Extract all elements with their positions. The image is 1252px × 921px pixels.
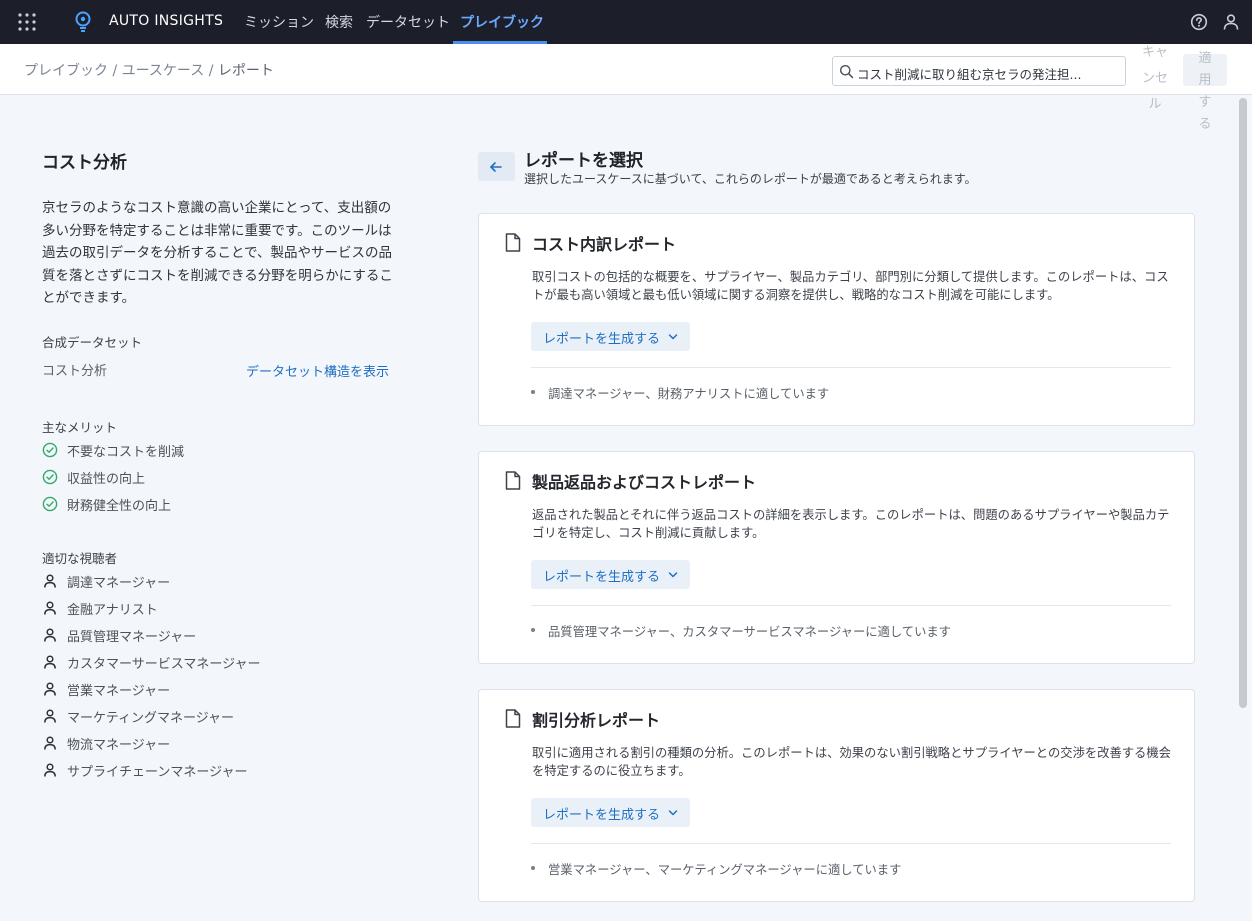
benefits-label: 主なメリット	[42, 420, 118, 435]
generate-report-button[interactable]: レポートを生成する	[531, 560, 690, 589]
breadcrumb-separator: /	[112, 63, 122, 79]
chevron-down-icon	[668, 572, 678, 578]
back-button[interactable]	[478, 152, 515, 181]
audience-item: マーケティングマネージャー	[42, 707, 342, 726]
check-circle-icon	[42, 442, 58, 458]
select-report-subtitle: 選択したユースケースに基づいて、これらのレポートが最適であると考えられます。	[524, 172, 977, 186]
breadcrumb-report: レポート	[217, 63, 274, 79]
check-circle-icon	[42, 496, 58, 512]
breadcrumb-usecase[interactable]: ユースケース	[122, 63, 205, 79]
audience-item: 物流マネージャー	[42, 734, 342, 753]
generate-report-button[interactable]: レポートを生成する	[531, 798, 690, 827]
arrow-left-icon	[490, 162, 502, 172]
report-description: 取引コストの包括的な概要を、サプライヤー、製品カテゴリ、部門別に分類して提供しま…	[532, 270, 1169, 302]
document-icon	[505, 471, 521, 490]
bullet-dot	[531, 866, 535, 870]
cancel-button[interactable]: キャンセル	[1140, 40, 1170, 118]
page-header: プレイブック / ユースケース / レポート コスト削減に取り組む京セラの発注担…	[0, 44, 1252, 132]
search-icon	[840, 65, 854, 79]
help-icon[interactable]	[1190, 13, 1208, 31]
select-report-title: レポートを選択	[524, 151, 643, 171]
audience-item: サプライチェーンマネージャー	[42, 761, 342, 780]
person-icon	[44, 736, 56, 750]
card-divider	[531, 605, 1171, 606]
bullet-dot	[531, 628, 535, 632]
use-case-title: コスト分析	[42, 153, 127, 173]
breadcrumb-playbook[interactable]: プレイブック	[24, 63, 108, 79]
audience-item: 調達マネージャー	[42, 572, 342, 591]
report-title: コスト内訳レポート	[532, 235, 677, 254]
nav-item-datasets[interactable]: データセット	[366, 12, 450, 32]
person-icon	[44, 574, 56, 588]
bullet-dot	[531, 390, 535, 394]
audience-item: 金融アナリスト	[42, 599, 342, 618]
dataset-name: コスト分析	[42, 364, 108, 379]
chevron-down-icon	[668, 334, 678, 340]
audience-item: 営業マネージャー	[42, 680, 342, 699]
use-case-description: 京セラのようなコスト意識の高い企業にとって、支出額の多い分野を特定することは非常…	[42, 200, 393, 306]
app-grid-icon[interactable]	[17, 12, 37, 32]
nav-item-playbook[interactable]: プレイブック	[460, 12, 544, 32]
scrollbar[interactable]	[1239, 98, 1247, 708]
user-account-icon[interactable]	[1222, 13, 1240, 31]
breadcrumb-separator: /	[208, 63, 218, 79]
search-input[interactable]: コスト削減に取り組む京セラの発注担...	[832, 56, 1126, 86]
brand-name[interactable]: AUTO INSIGHTS	[109, 13, 223, 29]
generate-report-button[interactable]: レポートを生成する	[531, 322, 690, 351]
person-icon	[44, 709, 56, 723]
view-dataset-structure-link[interactable]: データセット構造を表示	[246, 361, 389, 380]
audience-label: 適切な視聴者	[42, 551, 118, 566]
report-card: 製品返品およびコストレポート 返品された製品とそれに伴う返品コストの詳細を表示し…	[478, 451, 1195, 664]
nav-item-search[interactable]: 検索	[325, 12, 353, 32]
lightbulb-logo-icon	[75, 11, 91, 32]
card-divider	[531, 367, 1171, 368]
apply-button-label: 適用する	[1198, 51, 1212, 132]
person-icon	[44, 655, 56, 669]
report-card: コスト内訳レポート 取引コストの包括的な概要を、サプライヤー、製品カテゴリ、部門…	[478, 213, 1195, 426]
person-icon	[44, 601, 56, 615]
report-title: 割引分析レポート	[532, 711, 661, 730]
report-description: 返品された製品とそれに伴う返品コストの詳細を表示します。このレポートは、問題のあ…	[532, 508, 1170, 540]
person-icon	[44, 682, 56, 696]
audience-item: カスタマーサービスマネージャー	[42, 653, 342, 672]
report-title: 製品返品およびコストレポート	[532, 473, 757, 492]
document-icon	[505, 709, 521, 728]
person-icon	[44, 763, 56, 777]
card-divider	[531, 843, 1171, 844]
document-icon	[505, 233, 521, 252]
chevron-down-icon	[668, 810, 678, 816]
person-icon	[44, 628, 56, 642]
check-circle-icon	[42, 469, 58, 485]
report-card: 割引分析レポート 取引に適用される割引の種類の分析。このレポートは、効果のない割…	[478, 689, 1195, 902]
breadcrumb: プレイブック / ユースケース / レポート	[24, 60, 274, 80]
audience-item: 品質管理マネージャー	[42, 626, 342, 645]
top-nav-bar: AUTO INSIGHTS ミッション 検索 データセット プレイブック	[0, 0, 1252, 44]
nav-item-missions[interactable]: ミッション	[244, 12, 314, 32]
search-value: コスト削減に取り組む京セラの発注担...	[857, 67, 1082, 82]
report-description: 取引に適用される割引の種類の分析。このレポートは、効果のない割引戦略とサプライヤ…	[532, 746, 1171, 778]
dataset-label: 合成データセット	[42, 335, 143, 350]
